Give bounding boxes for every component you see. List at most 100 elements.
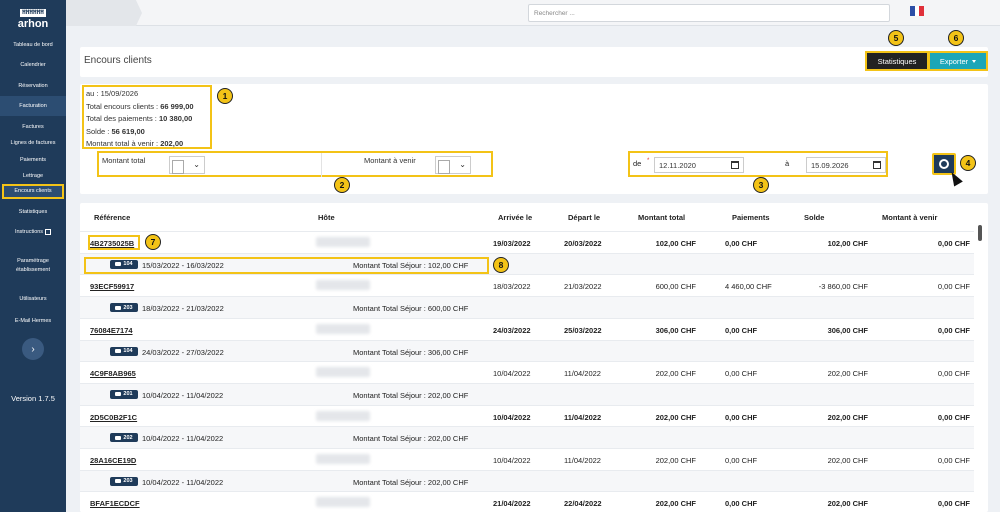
sidebar-item-lignes-de-factures[interactable]: Lignes de factures [0, 138, 66, 148]
col-montant-avenir[interactable]: Montant à venir [882, 213, 937, 222]
arrival-date: 18/03/2022 [493, 282, 531, 292]
stay-dates: 10/04/2022 - 11/04/2022 [142, 434, 224, 444]
date-from-value: 12.11.2020 [659, 161, 696, 170]
montant-total: 306,00 CHF [655, 325, 696, 335]
col-hote[interactable]: Hôte [318, 213, 335, 222]
reference-link[interactable]: 93ECF59917 [90, 282, 134, 291]
room-number: 203 [123, 304, 133, 311]
table-row[interactable]: 93ECF59917 18/03/2022 21/03/2022 600,00 CHF… [80, 274, 974, 297]
breadcrumb[interactable] [66, 0, 142, 26]
highlight-stay-row [84, 257, 489, 274]
col-paiements[interactable]: Paiements [732, 213, 770, 222]
highlight-reference [88, 235, 140, 250]
scrollbar[interactable] [976, 217, 984, 507]
reference-link[interactable]: 28A16CE19D [90, 456, 136, 465]
table-row[interactable]: 4B2735025B 19/03/2022 20/03/2022 102,00 CHF… [80, 231, 974, 253]
solde: 202,00 CHF [827, 412, 868, 422]
reference-link[interactable]: 4C9F8AB965 [90, 369, 136, 378]
app-version: Version 1.7.5 [11, 394, 55, 403]
export-button[interactable]: Exporter [928, 51, 988, 71]
table-row[interactable]: 76084E7174 24/03/2022 25/03/2022 306,00 CHF… [80, 317, 974, 340]
col-solde[interactable]: Solde [804, 213, 824, 222]
montant-avenir: 0,00 CHF [937, 456, 970, 465]
external-link-icon [45, 229, 52, 235]
room-number: 104 [123, 348, 133, 354]
summary-total-encours: Total encours clients : 66 999,00 [86, 101, 194, 111]
stay-dates: 10/04/2022 - 11/04/2022 [142, 477, 224, 487]
paiements: 0,00 CHF [725, 369, 758, 379]
search-input[interactable]: Rechercher ... [528, 4, 890, 22]
sidebar-item-utilisateurs[interactable]: Utilisateurs [0, 294, 66, 304]
paiements: 0,00 CHF [725, 456, 758, 465]
date-from-input[interactable]: 12.11.2020 [654, 157, 744, 173]
language-flag-icon[interactable] [910, 6, 925, 16]
sidebar-collapse-button[interactable]: › [22, 338, 44, 360]
room-badge: 203 [110, 476, 138, 486]
sidebar-item-email-hermes[interactable]: E-Mail Hermes [0, 316, 66, 326]
arrival-date: 21/04/2022 [493, 499, 531, 509]
table-row[interactable]: 2D5C0B2F1C 10/04/2022 11/04/2022 202,00 CHF… [80, 404, 974, 427]
col-montant-total[interactable]: Montant total [638, 213, 685, 222]
paiements: 0,00 CHF [725, 412, 758, 422]
sidebar-item-factures[interactable]: Factures [0, 122, 66, 132]
room-badge: 203 [110, 303, 138, 313]
reference-link[interactable]: 2D5C0B2F1C [90, 413, 137, 422]
solde: -3 860,00 CHF [818, 282, 868, 292]
app-logo[interactable]: ĦĦĦĦĦĦ arhon [0, 0, 66, 34]
col-depart[interactable]: Départ le [568, 213, 600, 222]
reference-link[interactable]: BFAF1ECDCF [90, 499, 140, 508]
chevron-down-icon: ⌄ [193, 160, 200, 169]
sidebar-item-parametrage-etablissement[interactable]: Paramétrage établissement [8, 256, 58, 276]
sidebar-item-encours-clients[interactable]: Encours clients [2, 184, 64, 199]
callout-7: 7 [145, 234, 161, 250]
logo-barcode: ĦĦĦĦĦĦ [20, 8, 46, 17]
sidebar-item-calendrier[interactable]: Calendrier [0, 60, 66, 70]
table-row[interactable]: 28A16CE19D 10/04/2022 11/04/2022 202,00 CHF… [80, 448, 974, 470]
callout-6: 6 [948, 30, 964, 46]
filter-panel: au : 15/09/2026 Total encours clients : … [80, 84, 988, 194]
reference-link[interactable]: 76084E7174 [90, 326, 133, 335]
montant-total: 600,00 CHF [655, 282, 696, 292]
room-number: 202 [123, 434, 133, 441]
scrollbar-thumb[interactable] [978, 225, 982, 241]
paiements: 0,00 CHF [725, 499, 758, 509]
sidebar-item-statistiques[interactable]: Statistiques [0, 207, 66, 217]
table-row[interactable]: 4C9F8AB965 10/04/2022 11/04/2022 202,00 CHF… [80, 361, 974, 384]
table-row[interactable]: BFAF1ECDCF 21/04/2022 22/04/2022 202,00 CHF… [80, 491, 974, 512]
room-badge: 201 [110, 389, 138, 399]
sidebar-item-paiements[interactable]: Paiements [0, 155, 66, 165]
montant-avenir-select[interactable]: ⌄ [435, 156, 471, 174]
stay-row: 104 24/03/2022 - 27/03/2022 Montant Total … [80, 339, 974, 362]
summary-solde: Solde : 56 619,00 [86, 126, 145, 136]
guest-name-redacted [316, 280, 370, 291]
stay-row: 203 18/03/2022 - 21/03/2022 Montant Total … [80, 296, 974, 319]
refresh-icon [939, 159, 949, 169]
callout-5: 5 [888, 30, 904, 46]
room-number: 201 [123, 391, 133, 398]
bed-icon [115, 435, 122, 440]
solde: 202,00 CHF [827, 456, 868, 465]
sidebar-item-lettrage[interactable]: Lettrage [0, 171, 66, 181]
departure-date: 11/04/2022 [564, 456, 601, 465]
sidebar-item-facturation[interactable]: Facturation [0, 96, 66, 116]
col-arrivee[interactable]: Arrivée le [498, 213, 532, 222]
summary-box: au : 15/09/2026 Total encours clients : … [82, 85, 212, 149]
stay-dates: 10/04/2022 - 11/04/2022 [142, 390, 224, 400]
montant-avenir: 0,00 CHF [937, 369, 970, 379]
statistics-button[interactable]: Statistiques [865, 51, 929, 71]
sidebar-item-tableau-de-bord[interactable]: Tableau de bord [0, 40, 66, 50]
callout-3: 3 [753, 177, 769, 193]
callout-1: 1 [217, 88, 233, 104]
guest-name-redacted [316, 367, 370, 378]
sidebar-item-instructions[interactable]: Instructions [0, 227, 66, 237]
guest-name-redacted [316, 454, 370, 464]
guest-name-redacted [316, 410, 370, 421]
stay-row: 202 10/04/2022 - 11/04/2022 Montant Total … [80, 426, 974, 449]
col-reference[interactable]: Référence [94, 213, 130, 222]
calendar-icon [873, 161, 881, 169]
sidebar-item-reservation[interactable]: Réservation [0, 81, 66, 91]
montant-total-select[interactable]: ⌄ [169, 156, 205, 174]
paiements: 0,00 CHF [725, 239, 758, 248]
date-to-input[interactable]: 15.09.2026 [806, 157, 886, 173]
montant-avenir: 0,00 CHF [937, 412, 970, 422]
